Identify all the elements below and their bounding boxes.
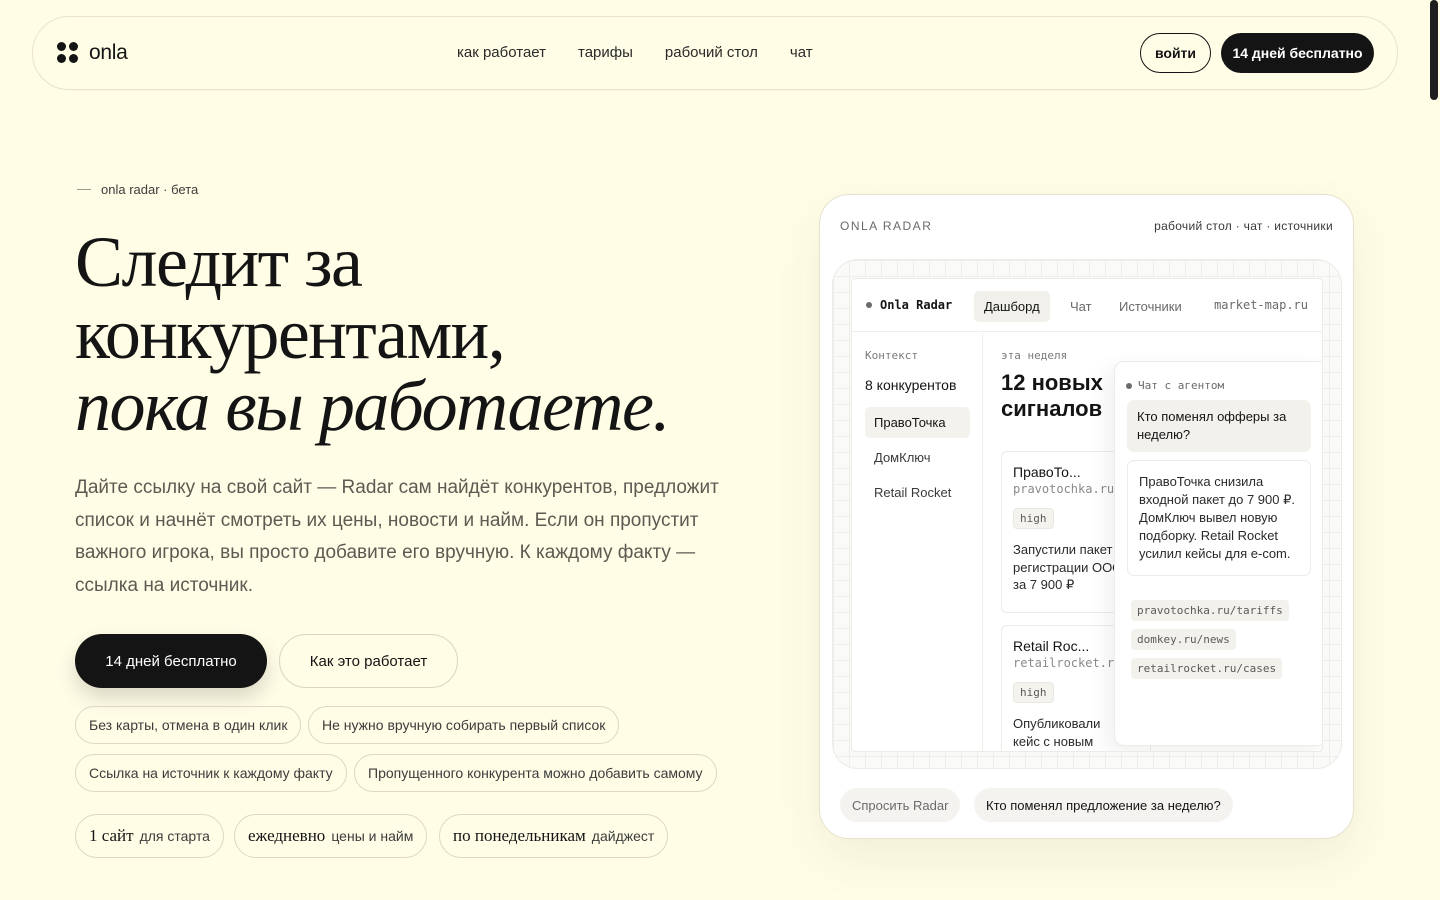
competitor-count: 8 конкурентов (865, 377, 957, 393)
feature-chip-source-link: Ссылка на источник к каждому факту (75, 754, 347, 792)
stat-chip-digest: по понедельникам дайджест (439, 814, 669, 858)
ask-radar-button[interactable]: Спросить Radar (840, 788, 961, 822)
nav-how-it-works[interactable]: как работает (457, 44, 546, 61)
tab-sources[interactable]: Источники (1109, 291, 1192, 322)
stat-chip-daily: ежедневно цены и найм (234, 814, 428, 858)
ask-radar-input[interactable]: Кто поменял предложение за неделю? (974, 788, 1233, 822)
trial-button-hero[interactable]: 14 дней бесплатно (75, 634, 267, 688)
chat-user-message: Кто поменял офферы за неделю? (1127, 400, 1311, 452)
page-scrollbar[interactable] (1430, 0, 1438, 100)
sidebar-item-domkey[interactable]: ДомКлюч (865, 442, 970, 473)
logo[interactable]: onla (57, 41, 128, 65)
priority-badge: high (1013, 682, 1054, 703)
feature-chip-no-card: Без карты, отмена в один клик (75, 706, 302, 744)
sidebar-item-pravotochka[interactable]: ПравоТочка (865, 407, 970, 438)
hero-title-line-3: пока вы работаете. (75, 366, 671, 446)
login-button[interactable]: войти (1140, 33, 1211, 73)
app-preview-card: ONLA RADAR рабочий стол · чат · источник… (819, 194, 1354, 839)
hero-title-line-1: Следит за (75, 222, 363, 302)
hero-lead: Дайте ссылку на свой сайт — Radar сам на… (75, 477, 719, 596)
chat-status-dot-icon (1126, 382, 1132, 389)
status-dot-icon (866, 302, 872, 308)
hero-title: Следит за конкурентами, пока вы работает… (75, 222, 671, 446)
nav-workspace[interactable]: рабочий стол (665, 44, 758, 61)
how-it-works-button[interactable]: Как это работает (279, 634, 458, 688)
app-preview-frame: Onla Radar Дашборд Чат Источники market-… (832, 259, 1342, 769)
app-brand-name: Onla Radar (880, 298, 953, 312)
stat-label: для старта (139, 828, 210, 844)
stat-label: цены и найм (331, 828, 414, 844)
stat-label: дайджест (591, 828, 655, 844)
eyebrow-dash (77, 189, 91, 190)
trial-button-header[interactable]: 14 дней бесплатно (1221, 33, 1374, 73)
tab-chat[interactable]: Чат (1060, 291, 1102, 322)
chat-title-text: Чат с агентом (1138, 379, 1225, 392)
context-sidebar: Контекст 8 конкурентов ПравоТочка ДомКлю… (852, 333, 983, 751)
top-header: onla как работает тарифы рабочий стол ча… (32, 16, 1398, 90)
eyebrow-text: onla radar · бета (101, 182, 199, 197)
nav-chat[interactable]: чат (790, 44, 813, 61)
project-domain: market-map.ru (1214, 298, 1308, 312)
hero-eyebrow: onla radar · бета (77, 182, 198, 197)
app-tabbar: Onla Radar Дашборд Чат Источники market-… (852, 279, 1322, 332)
card-subtitle: рабочий стол · чат · источники (1154, 219, 1333, 233)
source-link[interactable]: domkey.ru/news (1131, 629, 1236, 650)
logo-text: onla (89, 41, 128, 64)
feature-chip-auto-list: Не нужно вручную собирать первый список (308, 706, 620, 744)
week-label: эта неделя (1001, 349, 1068, 362)
agent-chat-panel: Чат с агентом Кто поменял офферы за неде… (1114, 361, 1322, 746)
stat-value: 1 сайт (89, 826, 134, 845)
main-nav: как работает тарифы рабочий стол чат (457, 44, 813, 61)
stat-chip-start: 1 сайт для старта (75, 814, 224, 858)
chat-title: Чат с агентом (1126, 379, 1224, 392)
chat-agent-message: ПравоТочка снизила входной пакет до 7 90… (1127, 460, 1311, 576)
nav-pricing[interactable]: тарифы (578, 44, 633, 61)
source-link[interactable]: pravotochka.ru/tariffs (1131, 600, 1289, 621)
priority-badge: high (1013, 508, 1054, 529)
stat-value: ежедневно (248, 826, 326, 845)
sidebar-title: Контекст (865, 349, 918, 362)
app-brand: Onla Radar (866, 298, 952, 312)
tab-dashboard[interactable]: Дашборд (974, 291, 1050, 322)
logo-dots-icon (57, 42, 79, 64)
feature-chip-add-competitor: Пропущенного конкурента можно добавить с… (354, 754, 717, 792)
hero-title-line-2: конкурентами, (75, 294, 506, 374)
sidebar-item-retailrocket[interactable]: Retail Rocket (865, 477, 970, 508)
source-link[interactable]: retailrocket.ru/cases (1131, 658, 1283, 679)
card-title: ONLA RADAR (840, 219, 933, 233)
app-screen: Onla Radar Дашборд Чат Источники market-… (851, 278, 1323, 752)
stat-value: по понедельникам (453, 826, 586, 845)
